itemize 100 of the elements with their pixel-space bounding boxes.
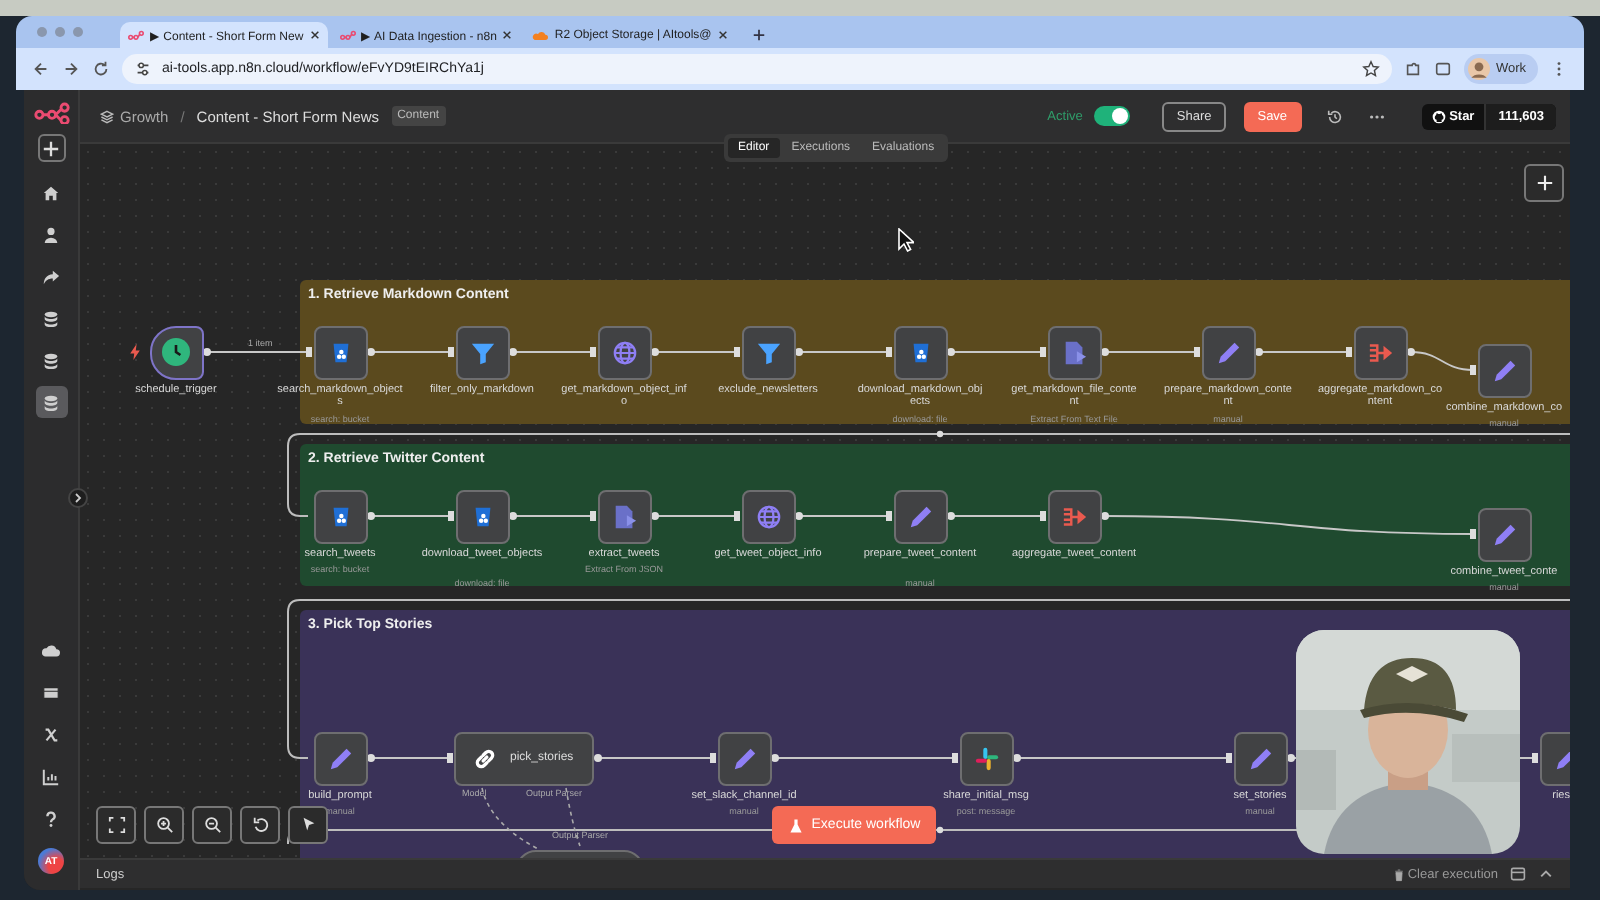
connector-line [367,753,453,763]
connector-line [947,511,1046,521]
fit-view-button[interactable] [96,806,136,844]
pencil-icon [1215,339,1241,365]
sidebar-item[interactable] [35,386,67,418]
variable-icon [42,725,60,743]
connector-line [947,347,1046,357]
pointer-icon [299,816,317,834]
zoom-out-button[interactable] [192,806,232,844]
workflow-node[interactable] [1201,325,1255,379]
avatar-icon [1467,58,1490,80]
workflow-node[interactable] [313,489,367,543]
database-icon [42,393,60,411]
workflow-node[interactable] [455,489,509,543]
filter-icon [469,339,495,365]
workflow-node[interactable] [1477,343,1531,397]
nodes-logo-icon [339,29,356,41]
pencil-icon [731,745,757,771]
github-icon [1431,109,1446,123]
plus-icon [42,139,60,157]
workflow-node[interactable] [1047,489,1101,543]
database-icon [42,351,60,369]
close-icon[interactable] [309,30,320,40]
user-icon [42,225,60,243]
tidy-button[interactable] [288,806,328,844]
workflow-node[interactable] [313,325,367,379]
zoom-in-icon [155,816,173,834]
chevron-right-icon [72,492,84,504]
active-toggle[interactable] [1094,106,1131,126]
connector-line [594,753,716,763]
close-icon[interactable] [717,30,728,40]
workflow-node[interactable] [959,731,1013,785]
workflow-node[interactable] [597,489,651,543]
pencil-icon [907,503,933,529]
undo-icon [251,816,269,834]
connector-line [651,347,740,357]
workflow-node[interactable] [1233,731,1287,785]
workflow-node[interactable] [893,489,947,543]
connector-line [795,511,892,521]
cast-icon[interactable] [1433,60,1452,78]
flask-icon [787,817,804,833]
connector-line [795,347,892,357]
workflow-node[interactable] [741,489,795,543]
back-icon[interactable] [32,60,50,78]
workflow-node[interactable] [1477,507,1531,561]
workflow-node[interactable] [1047,325,1101,379]
fit-view-icon [107,816,125,834]
pencil-icon [327,745,353,771]
workflow-node[interactable] [893,325,947,379]
connector-line [509,347,596,357]
plus-icon [1535,174,1553,192]
add-node-button[interactable] [1524,164,1564,202]
chevron-up-icon[interactable] [1538,866,1554,882]
connector-line [651,511,740,521]
zoom-in-button[interactable] [144,806,184,844]
panel-icon[interactable] [1510,866,1526,882]
reload-icon[interactable] [92,60,110,78]
link-icon [472,745,498,771]
pencil-icon [1491,521,1517,547]
cloud-logo-icon [532,29,549,41]
nodes-logo-icon[interactable] [33,102,69,124]
new-tab-icon[interactable] [751,28,766,42]
connector-line [509,511,596,521]
chart-icon [42,767,60,785]
connector-line [367,347,454,357]
forward-icon[interactable] [62,60,80,78]
document-icon [1061,339,1087,365]
add-button[interactable] [37,134,65,162]
home-icon [42,183,60,201]
globe-icon [755,503,781,529]
document-icon [611,503,637,529]
nodes-logo-icon [128,29,144,41]
pencil-icon [1491,357,1517,383]
filter-icon [755,339,781,365]
lightning-icon [130,344,140,360]
reset-zoom-button[interactable] [240,806,280,844]
site-info-icon[interactable] [134,60,152,78]
clock-icon [162,338,190,366]
connector-line [367,511,454,521]
workflow-node[interactable] [1353,325,1407,379]
extensions-icon[interactable] [1403,60,1422,78]
merge-icon [1061,503,1087,529]
history-icon[interactable] [1325,107,1344,125]
workflow-node[interactable] [597,325,651,379]
bookmark-star-icon[interactable] [1361,60,1380,78]
pinwheel-icon [973,745,999,771]
merge-icon [1367,339,1393,365]
workflow-node[interactable] [741,325,795,379]
trash-icon [1393,867,1404,881]
box-icon [42,683,60,701]
workflow-node[interactable] [455,325,509,379]
trigger-node[interactable] [149,325,203,379]
share-arrow-icon [42,267,60,285]
connector-line [1101,347,1200,357]
close-icon[interactable] [502,30,513,40]
connector-line [1255,347,1352,357]
workflow-node[interactable] [313,731,367,785]
cursor-icon [898,228,914,252]
workflow-node[interactable] [717,731,771,785]
layers-icon [100,109,114,123]
